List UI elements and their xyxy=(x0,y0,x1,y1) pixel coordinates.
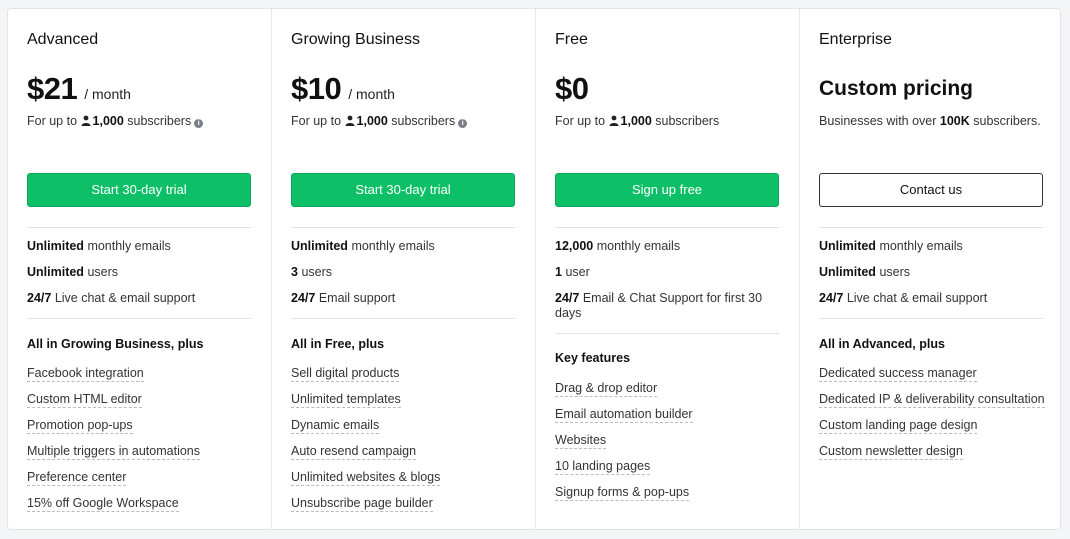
contact-us-button[interactable]: Contact us xyxy=(819,173,1043,207)
subscriber-prefix: For up to xyxy=(291,114,342,128)
subscriber-count: 1,000 xyxy=(620,114,652,128)
feature-item: Dynamic emails xyxy=(291,418,380,434)
stat-item: Unlimited monthly emails xyxy=(27,239,171,253)
subscriber-limit: For up to 1,000 subscribers i xyxy=(27,113,252,130)
price-period: / month xyxy=(84,86,131,102)
feature-item: Promotion pop-ups xyxy=(27,418,133,434)
plan-card-free: Free $0 For up to 1,000 subscribers Sign… xyxy=(536,9,800,529)
features-heading: Key features xyxy=(555,351,631,365)
features-heading: All in Growing Business, plus xyxy=(27,337,204,351)
plan-stats: Unlimited monthly emails Unlimited users… xyxy=(819,239,1044,317)
plan-name: Enterprise xyxy=(819,31,892,48)
stat-item: 24/7 Live chat & email support xyxy=(27,291,196,305)
stat-item: 24/7 Live chat & email support xyxy=(819,291,988,305)
divider xyxy=(555,333,779,334)
stat-item: 12,000 monthly emails xyxy=(555,239,681,253)
user-icon xyxy=(81,115,91,126)
feature-item: Custom landing page design xyxy=(819,418,978,434)
feature-item: Facebook integration xyxy=(27,366,144,382)
feature-list: Facebook integration Custom HTML editor … xyxy=(27,366,267,522)
features-heading: All in Free, plus xyxy=(291,337,385,351)
plan-stats: 12,000 monthly emails 1 user 24/7 Email … xyxy=(555,239,780,332)
feature-item: Multiple triggers in automations xyxy=(27,444,200,460)
plan-card-enterprise: Enterprise Custom pricing Businesses wit… xyxy=(800,9,1062,529)
price-row: $0 xyxy=(555,71,589,107)
user-icon xyxy=(345,115,355,126)
pricing-table: Advanced $21 / month For up to 1,000 sub… xyxy=(7,8,1061,530)
info-icon[interactable]: i xyxy=(194,119,204,128)
feature-list: Dedicated success manager Dedicated IP &… xyxy=(819,366,1059,470)
stat-item: Unlimited users xyxy=(819,265,911,279)
subscriber-limit: For up to 1,000 subscribers xyxy=(555,113,780,130)
start-trial-button[interactable]: Start 30-day trial xyxy=(27,173,251,207)
feature-item: 15% off Google Workspace xyxy=(27,496,179,512)
feature-item: Custom newsletter design xyxy=(819,444,963,460)
sign-up-free-button[interactable]: Sign up free xyxy=(555,173,779,207)
plan-card-advanced: Advanced $21 / month For up to 1,000 sub… xyxy=(8,9,272,529)
feature-item: Dedicated IP & deliverability consultati… xyxy=(819,392,1045,408)
feature-item: Auto resend campaign xyxy=(291,444,417,460)
feature-item: Drag & drop editor xyxy=(555,381,658,397)
plan-stats: Unlimited monthly emails 3 users 24/7 Em… xyxy=(291,239,516,317)
divider xyxy=(819,227,1043,228)
feature-list: Sell digital products Unlimited template… xyxy=(291,366,531,522)
divider xyxy=(555,227,779,228)
plan-price: $21 xyxy=(27,71,78,106)
feature-item: Unsubscribe page builder xyxy=(291,496,433,512)
price-row: $21 / month xyxy=(27,71,131,107)
stat-item: Unlimited monthly emails xyxy=(291,239,435,253)
stat-item: 24/7 Email support xyxy=(291,291,396,305)
feature-item: 10 landing pages xyxy=(555,459,651,475)
feature-item: Signup forms & pop-ups xyxy=(555,485,690,501)
subscriber-prefix: Businesses with over xyxy=(819,114,937,128)
features-heading: All in Advanced, plus xyxy=(819,337,945,351)
plan-price: $10 xyxy=(291,71,342,106)
subscriber-suffix: subscribers xyxy=(127,114,192,128)
divider xyxy=(27,227,251,228)
subscriber-prefix: For up to xyxy=(555,114,606,128)
stat-item: 1 user xyxy=(555,265,590,279)
subscriber-count: 1,000 xyxy=(356,114,388,128)
feature-item: Websites xyxy=(555,433,607,449)
feature-item: Email automation builder xyxy=(555,407,693,423)
divider xyxy=(27,318,251,319)
feature-list: Drag & drop editor Email automation buil… xyxy=(555,381,795,511)
subscriber-suffix: subscribers. xyxy=(973,114,1041,128)
subscriber-suffix: subscribers xyxy=(655,114,720,128)
plan-name: Advanced xyxy=(27,31,99,48)
subscriber-count: 100K xyxy=(939,114,970,128)
stat-item: Unlimited users xyxy=(27,265,119,279)
stat-item: 24/7 Email & Chat Support for first 30 d… xyxy=(555,291,763,320)
plan-card-growing-business: Growing Business $10 / month For up to 1… xyxy=(272,9,536,529)
stat-item: 3 users xyxy=(291,265,333,279)
price-row: $10 / month xyxy=(291,71,395,107)
price-period: / month xyxy=(348,86,395,102)
user-icon xyxy=(609,115,619,126)
subscriber-prefix: For up to xyxy=(27,114,78,128)
divider xyxy=(291,227,515,228)
plan-name: Free xyxy=(555,31,588,48)
info-icon[interactable]: i xyxy=(458,119,468,128)
subscriber-limit: For up to 1,000 subscribers i xyxy=(291,113,516,130)
divider xyxy=(819,318,1043,319)
subscriber-suffix: subscribers xyxy=(391,114,456,128)
plan-stats: Unlimited monthly emails Unlimited users… xyxy=(27,239,252,317)
feature-item: Unlimited websites & blogs xyxy=(291,470,441,486)
plan-price: $0 xyxy=(555,71,589,106)
start-trial-button[interactable]: Start 30-day trial xyxy=(291,173,515,207)
feature-item: Sell digital products xyxy=(291,366,400,382)
feature-item: Preference center xyxy=(27,470,127,486)
custom-pricing: Custom pricing xyxy=(819,77,974,100)
plan-name: Growing Business xyxy=(291,31,420,48)
feature-item: Dedicated success manager xyxy=(819,366,977,382)
feature-item: Unlimited templates xyxy=(291,392,401,408)
subscriber-count: 1,000 xyxy=(92,114,124,128)
feature-item: Custom HTML editor xyxy=(27,392,142,408)
divider xyxy=(291,318,515,319)
subscriber-limit: Businesses with over 100K subscribers. xyxy=(819,113,1044,130)
stat-item: Unlimited monthly emails xyxy=(819,239,963,253)
